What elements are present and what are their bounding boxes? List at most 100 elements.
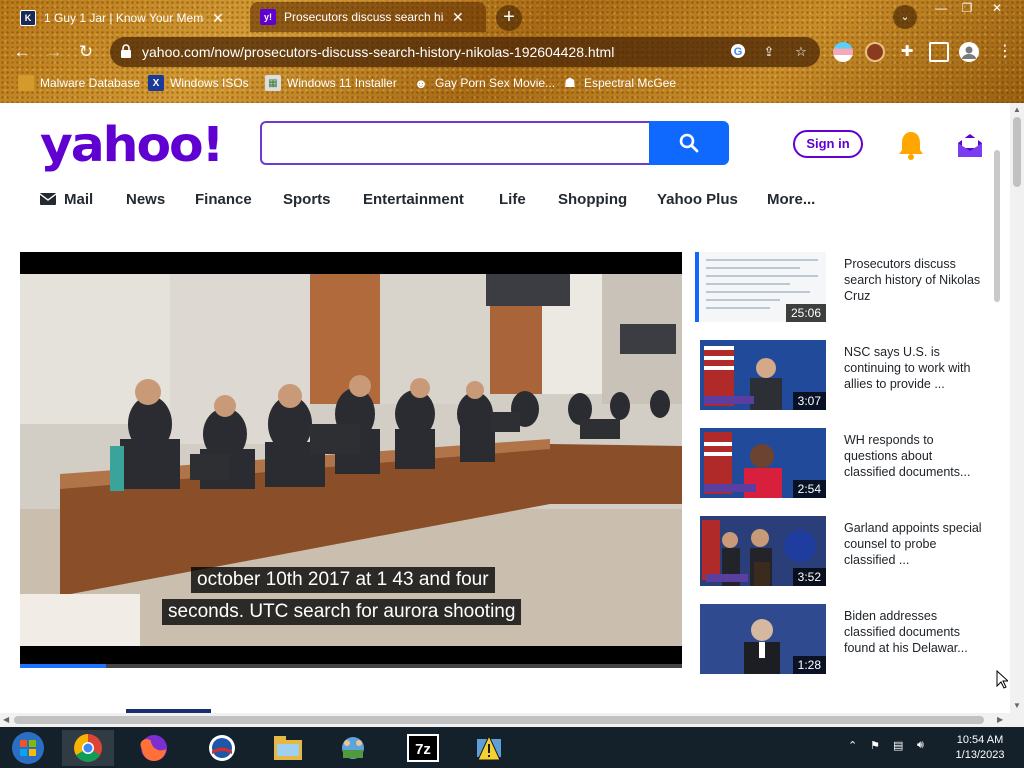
extensions-puzzle-icon[interactable]: ✚	[897, 42, 917, 62]
playlist-item[interactable]: 1:28 Biden addresses classified document…	[695, 604, 995, 674]
playlist-title[interactable]: WH responds to questions about classifie…	[844, 432, 984, 480]
firefox-icon[interactable]	[128, 730, 180, 766]
search-icon	[679, 133, 699, 153]
action-center-flag-icon[interactable]: ⚑	[870, 739, 880, 752]
minimize-icon[interactable]: —	[928, 0, 954, 18]
close-window-icon[interactable]: ✕	[984, 0, 1010, 18]
bookmark-windows-11-installer[interactable]: ▦ Windows 11 Installer	[265, 75, 397, 91]
nav-mail[interactable]: Mail	[40, 189, 93, 209]
chrome-icon[interactable]	[62, 730, 114, 766]
security-shield-icon[interactable]	[463, 730, 515, 766]
nav-sports[interactable]: Sports	[283, 189, 331, 209]
nav-news[interactable]: News	[126, 189, 165, 209]
video-playlist: 25:06 Prosecutors discuss search history…	[695, 252, 995, 674]
duration-badge: 3:52	[792, 568, 826, 586]
close-tab-icon[interactable]: ✕	[452, 9, 464, 26]
tab-yahoo-active[interactable]: y! Prosecutors discuss search history ✕	[250, 2, 486, 32]
new-tab-button[interactable]: +	[496, 5, 522, 31]
close-tab-icon[interactable]: ✕	[212, 10, 224, 27]
clock-date: 1/13/2023	[955, 749, 1005, 761]
sign-in-button[interactable]: Sign in	[793, 130, 863, 158]
trans-flag-extension-icon[interactable]	[833, 42, 853, 62]
svg-text:G: G	[734, 46, 743, 58]
reload-icon[interactable]: ↻	[74, 40, 98, 64]
forward-arrow-icon[interactable]: →	[42, 40, 66, 64]
tab-know-your-meme[interactable]: K 1 Guy 1 Jar | Know Your Meme ✕	[10, 4, 246, 32]
playlist-item[interactable]: 3:52 Garland appoints special counsel to…	[695, 516, 995, 586]
profile-avatar-icon[interactable]	[959, 42, 979, 62]
thumbnail-press-briefing: 3:07	[700, 340, 826, 410]
google-lens-icon[interactable]: G	[729, 43, 747, 61]
address-bar[interactable]: yahoo.com/now/prosecutors-discuss-search…	[110, 37, 820, 67]
mail-envelope-icon[interactable]	[956, 131, 984, 159]
knowyourmeme-icon: K	[20, 10, 36, 26]
windows-start-icon[interactable]	[2, 730, 54, 766]
bookmark-espectral-mcgee[interactable]: ☗ Espectral McGee	[562, 75, 676, 91]
scroll-thumb[interactable]	[14, 716, 984, 724]
caption-line-1: october 10th 2017 at 1 43 and four	[191, 567, 495, 593]
share-icon[interactable]: ⇪	[760, 43, 778, 61]
bookmark-windows-isos[interactable]: X Windows ISOs	[148, 75, 249, 91]
playlist-title[interactable]: NSC says U.S. is continuing to work with…	[844, 344, 984, 392]
nav-life[interactable]: Life	[499, 189, 526, 209]
yahoo-icon: y!	[260, 9, 276, 25]
tab-label: 1 Guy 1 Jar | Know Your Meme	[44, 11, 204, 25]
url-text[interactable]: yahoo.com/now/prosecutors-discuss-search…	[142, 44, 614, 60]
duration-badge: 2:54	[792, 480, 826, 498]
bookmark-malware-database[interactable]: Malware Database	[18, 75, 140, 91]
chrome-menu-icon[interactable]: ⋮	[995, 42, 1015, 62]
scroll-up-icon[interactable]: ▲	[1013, 105, 1021, 114]
caption-line-2: seconds. UTC search for aurora shooting	[162, 599, 522, 625]
volume-icon[interactable]: 🔊︎	[917, 739, 924, 752]
playlist-item[interactable]: 25:06 Prosecutors discuss search history…	[695, 252, 995, 322]
video-player[interactable]: october 10th 2017 at 1 43 and four secon…	[20, 252, 682, 668]
playlist-title[interactable]: Biden addresses classified documents fou…	[844, 608, 984, 656]
playlist-item[interactable]: 2:54 WH responds to questions about clas…	[695, 428, 995, 498]
scroll-right-icon[interactable]: ▶	[997, 715, 1003, 724]
globe-icon: ☻	[414, 75, 428, 91]
scroll-left-icon[interactable]: ◀	[3, 715, 9, 724]
bookmarks-bar: Malware Database X Windows ISOs ▦ Window…	[0, 72, 1024, 96]
network-icon[interactable]: ▤	[893, 739, 903, 752]
playlist-item[interactable]: 3:07 NSC says U.S. is continuing to work…	[695, 340, 995, 410]
nav-yahoo-plus[interactable]: Yahoo Plus	[657, 189, 738, 209]
cat-face-icon: ☗	[564, 75, 576, 90]
thumbnail-document: 25:06	[700, 252, 826, 322]
folder-icon	[18, 75, 34, 91]
nav-shopping[interactable]: Shopping	[558, 189, 627, 209]
vertical-scrollbar[interactable]: ▲ ▼	[1010, 103, 1024, 713]
tab-label: Prosecutors discuss search history	[284, 10, 444, 24]
search-button[interactable]	[649, 121, 729, 165]
svg-text:7z: 7z	[415, 741, 431, 758]
bookmark-gay-porn[interactable]: ☻ Gay Porn Sex Movie...	[413, 75, 555, 91]
system-clock[interactable]: 10:54 AM 1/13/2023	[946, 733, 1014, 763]
lock-icon[interactable]	[120, 44, 134, 60]
nav-finance[interactable]: Finance	[195, 189, 252, 209]
video-progress-fill	[20, 664, 107, 668]
file-explorer-icon[interactable]	[262, 730, 314, 766]
playlist-title[interactable]: Garland appoints special counsel to prob…	[844, 520, 984, 568]
search-input[interactable]	[260, 121, 650, 165]
yahoo-logo[interactable]: yahoo!	[40, 117, 224, 173]
playlist-title[interactable]: Prosecutors discuss search history of Ni…	[844, 256, 984, 304]
obama-logo-icon[interactable]	[196, 730, 248, 766]
network-people-icon[interactable]	[327, 730, 379, 766]
video-progress-bar[interactable]	[20, 664, 682, 668]
playlist-scrollbar[interactable]	[994, 150, 1000, 302]
nav-more[interactable]: More...	[767, 189, 815, 209]
nav-entertainment[interactable]: Entertainment	[363, 189, 464, 209]
duration-badge: 1:28	[792, 656, 826, 674]
horizontal-scrollbar[interactable]: ◀ ▶	[0, 713, 1024, 727]
7zip-icon[interactable]: 7z	[397, 730, 449, 766]
back-arrow-icon[interactable]: ←	[10, 40, 34, 64]
tab-search-chevron-icon[interactable]: ⌄	[893, 5, 917, 29]
restore-icon[interactable]: ❐	[954, 0, 980, 18]
scroll-thumb[interactable]	[1013, 117, 1021, 187]
show-hidden-icons-chevron-icon[interactable]: ⌃	[848, 739, 857, 752]
notification-bell-icon[interactable]	[896, 129, 926, 161]
profile-extension-icon[interactable]	[865, 42, 885, 62]
side-panel-icon[interactable]	[929, 42, 949, 62]
envelope-icon	[40, 193, 56, 205]
scroll-down-icon[interactable]: ▼	[1013, 701, 1021, 710]
bookmark-star-icon[interactable]: ☆	[792, 43, 810, 61]
